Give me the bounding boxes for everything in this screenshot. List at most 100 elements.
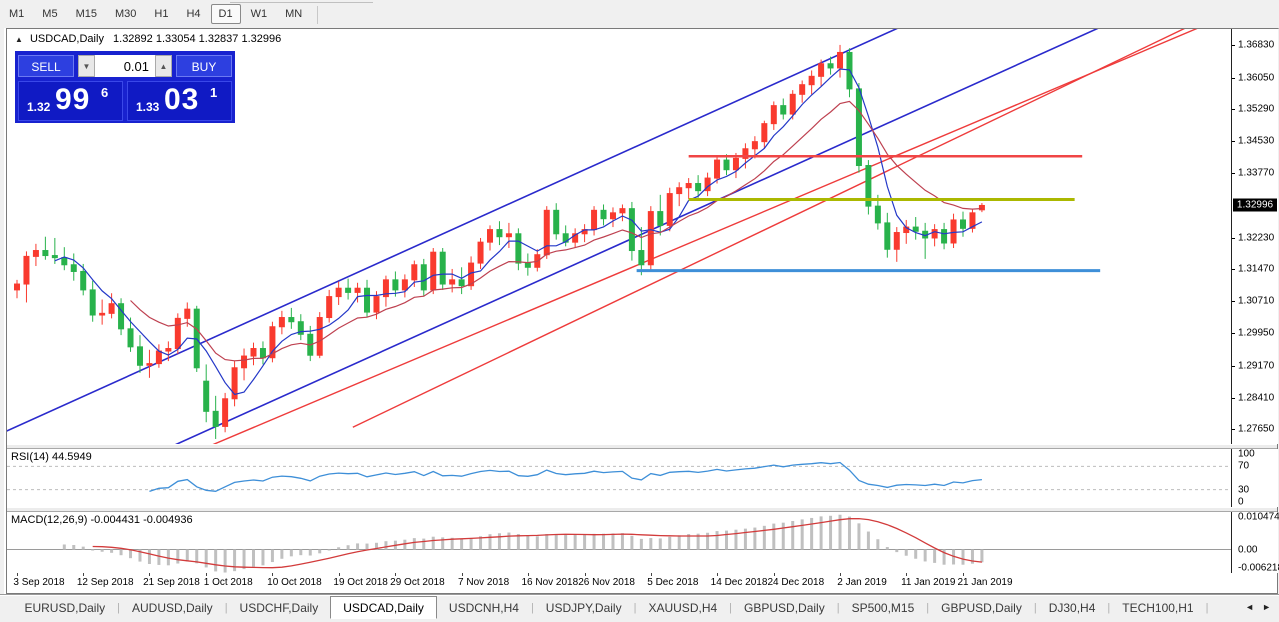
date-tick-label: 2 Jan 2019 — [837, 577, 887, 588]
macd-axis[interactable]: 0.0104740.00-0.006218 — [1231, 512, 1278, 573]
buy-price-pips: 03 — [164, 83, 199, 117]
price-tick-mark — [1232, 141, 1235, 142]
date-tick-label: 24 Dec 2018 — [767, 577, 824, 588]
rsi-label: RSI(14) 44.5949 — [11, 451, 92, 463]
toolbar-separator — [317, 6, 318, 24]
main-chart-panel[interactable]: ▲ USDCAD,Daily 1.32892 1.33054 1.32837 1… — [7, 29, 1231, 445]
buy-price-box[interactable]: 1.33 03 1 — [127, 81, 232, 121]
sell-price-box[interactable]: 1.32 99 6 — [18, 81, 123, 121]
timeframe-button-m1[interactable]: M1 — [1, 4, 32, 24]
date-tick-label: 29 Oct 2018 — [390, 577, 444, 588]
price-tick-label: 1.32230 — [1238, 232, 1274, 243]
timeframe-toolbar: M1M5M15M30H1H4D1W1MN — [0, 0, 1279, 29]
date-tick-mark — [206, 573, 207, 576]
date-tick-mark — [83, 573, 84, 576]
sell-price-pips: 99 — [55, 83, 90, 117]
date-tick-mark — [339, 573, 340, 576]
date-tick-label: 10 Oct 2018 — [267, 577, 321, 588]
trendline-red-short — [353, 29, 1231, 427]
date-tick-mark — [272, 573, 273, 576]
chart-tab-audusd-daily[interactable]: AUDUSD,Daily — [120, 597, 225, 618]
price-tick-label: 1.27650 — [1238, 424, 1274, 435]
date-tick-mark — [585, 573, 586, 576]
price-axis[interactable]: 1.368301.360501.352901.345301.337701.322… — [1231, 29, 1278, 444]
chart-ohlc-values: 1.32892 1.33054 1.32837 1.32996 — [113, 33, 281, 45]
timeframe-button-h1[interactable]: H1 — [146, 4, 176, 24]
price-tick-mark — [1232, 301, 1235, 302]
date-tick-mark — [840, 573, 841, 576]
price-tick-mark — [1232, 269, 1235, 270]
chart-tab-eurusd-daily[interactable]: EURUSD,Daily — [12, 597, 117, 618]
rsi-indicator-panel[interactable]: RSI(14) 44.5949 — [7, 449, 1231, 508]
tab-scroll-right-icon[interactable]: ► — [1262, 602, 1271, 612]
time-axis[interactable]: 3 Sep 201812 Sep 201821 Sep 20181 Oct 20… — [7, 573, 1231, 593]
chart-tab-sp500-m15[interactable]: SP500,M15 — [840, 597, 927, 618]
macd-tick-label: -0.006218 — [1238, 563, 1279, 574]
price-tick-mark — [1232, 173, 1235, 174]
chart-tab-usdjpy-daily[interactable]: USDJPY,Daily — [534, 597, 634, 618]
timeframe-button-d1[interactable]: D1 — [211, 4, 241, 24]
rsi-canvas[interactable] — [7, 449, 1231, 507]
timeframe-button-m15[interactable]: M15 — [68, 4, 105, 24]
chart-tab-xauusd-h4[interactable]: XAUUSD,H4 — [636, 597, 729, 618]
rsi-tick-label: 100 — [1238, 449, 1255, 460]
price-tick-label: 1.34530 — [1238, 136, 1274, 147]
date-tick-mark — [774, 573, 775, 576]
buy-button[interactable]: BUY — [176, 55, 232, 77]
date-tick-mark — [528, 573, 529, 576]
timeframe-button-h4[interactable]: H4 — [178, 4, 208, 24]
timeframe-button-mn[interactable]: MN — [277, 4, 310, 24]
price-tick-mark — [1232, 398, 1235, 399]
timeframe-button-m30[interactable]: M30 — [107, 4, 144, 24]
macd-indicator-panel[interactable]: MACD(12,26,9) -0.004431 -0.004936 — [7, 512, 1231, 574]
tab-scroll-left-icon[interactable]: ◄ — [1245, 602, 1254, 612]
sell-button[interactable]: SELL — [18, 55, 74, 77]
date-tick-label: 19 Oct 2018 — [333, 577, 387, 588]
date-tick-mark — [906, 573, 907, 576]
rsi-tick-label: 0 — [1238, 497, 1244, 508]
chart-window: ▲ USDCAD,Daily 1.32892 1.33054 1.32837 1… — [6, 28, 1278, 594]
timeframe-buttons: M1M5M15M30H1H4D1W1MN — [0, 4, 311, 21]
chart-tab-gbpusd-daily[interactable]: GBPUSD,Daily — [732, 597, 837, 618]
chart-tab-usdcnh-h4[interactable]: USDCNH,H4 — [437, 597, 531, 618]
price-tick-label: 1.31470 — [1238, 264, 1274, 275]
chart-tab-dj30-h4[interactable]: DJ30,H4 — [1037, 597, 1108, 618]
chart-tab-gbpusd-daily[interactable]: GBPUSD,Daily — [929, 597, 1034, 618]
date-tick-mark — [963, 573, 964, 576]
macd-tick-label: 0.00 — [1238, 544, 1257, 555]
chart-tab-usdcad-daily[interactable]: USDCAD,Daily — [330, 596, 437, 619]
date-tick-label: 21 Jan 2019 — [957, 577, 1012, 588]
current-price-tag: 1.32996 — [1233, 199, 1277, 212]
chart-tab-tech100-h1[interactable]: TECH100,H1 — [1110, 597, 1205, 618]
date-tick-label: 21 Sep 2018 — [143, 577, 200, 588]
rsi-axis[interactable]: 10070300 — [1231, 449, 1278, 507]
one-click-trade-panel: SELL ▼ ▲ BUY 1.32 99 6 1.33 03 1 — [15, 51, 235, 123]
volume-decrease-icon[interactable]: ▼ — [78, 55, 95, 77]
date-tick-label: 1 Oct 2018 — [204, 577, 253, 588]
price-tick-label: 1.35290 — [1238, 104, 1274, 115]
chart-tab-usdchf-daily[interactable]: USDCHF,Daily — [228, 597, 331, 618]
collapse-quote-panel-icon[interactable]: ▲ — [15, 35, 23, 44]
sell-price-point: 6 — [101, 85, 108, 100]
macd-histogram — [63, 515, 984, 573]
price-tick-mark — [1232, 429, 1235, 430]
trade-panel-top-row: SELL ▼ ▲ BUY — [18, 55, 232, 77]
macd-values: -0.004431 -0.004936 — [90, 514, 192, 526]
volume-increase-icon[interactable]: ▲ — [155, 55, 172, 77]
price-tick-label: 1.30710 — [1238, 296, 1274, 307]
tab-separator: | — [1206, 602, 1209, 614]
buy-price-base: 1.33 — [136, 100, 159, 114]
macd-label: MACD(12,26,9) -0.004431 -0.004936 — [11, 514, 193, 526]
price-tick-mark — [1232, 366, 1235, 367]
price-tick-label: 1.36050 — [1238, 72, 1274, 83]
date-tick-label: 7 Nov 2018 — [458, 577, 509, 588]
timeframe-button-w1[interactable]: W1 — [243, 4, 276, 24]
date-tick-label: 3 Sep 2018 — [13, 577, 64, 588]
date-tick-label: 5 Dec 2018 — [647, 577, 698, 588]
timeframe-button-m5[interactable]: M5 — [34, 4, 65, 24]
price-tick-label: 1.33770 — [1238, 168, 1274, 179]
price-tick-label: 1.29950 — [1238, 328, 1274, 339]
sell-price-base: 1.32 — [27, 100, 50, 114]
volume-input[interactable] — [95, 55, 155, 77]
date-tick-mark — [17, 573, 18, 576]
